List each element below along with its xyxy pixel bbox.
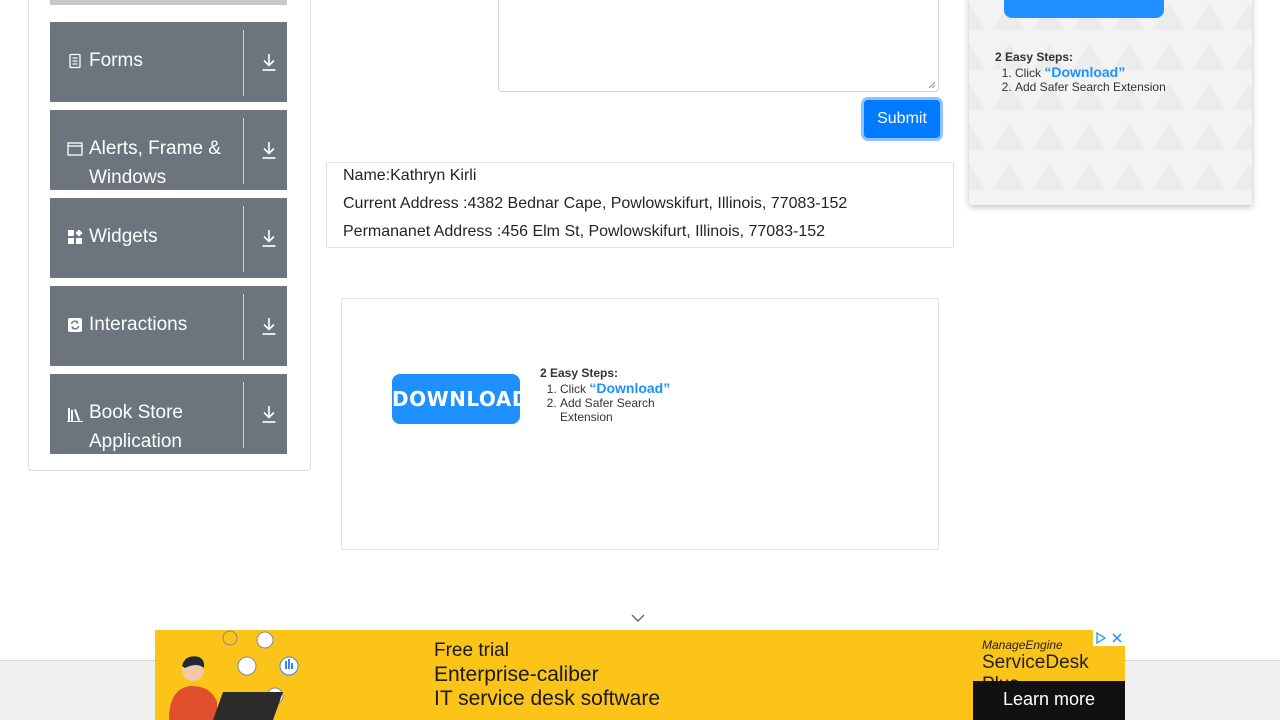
bottom-banner-ad[interactable]: Free trial Enterprise-caliber IT service… [155,630,1125,720]
right-ad-steps: 2 Easy Steps: Click “Download” Add Safer… [995,50,1235,94]
ad-steps: 2 Easy Steps: Click “Download” Add Safer… [540,366,690,424]
permanent-address-textarea[interactable] [498,0,939,92]
sidebar-group-book-store[interactable]: Book Store Application [50,374,287,454]
download-icon[interactable] [261,52,277,72]
sidebar-group-label: Forms [89,50,143,71]
right-ad-steps-heading: 2 Easy Steps: [995,50,1074,64]
output-permanent-address: Permananet Address :456 Elm St, Powlowsk… [343,223,826,240]
right-ad-panel [969,0,1252,205]
divider [243,118,244,184]
banner-line-3: IT service desk software [434,687,661,710]
divider [243,294,244,360]
right-ad-step-1-text: Click [1015,66,1045,80]
submit-button[interactable]: Submit [864,100,940,138]
learn-more-button[interactable]: Learn more [973,681,1125,720]
sidebar-group-label: Interactions [89,314,188,335]
download-icon[interactable] [261,404,277,424]
sidebar-group-interactions[interactable]: Interactions [50,286,287,366]
divider [243,382,244,448]
ad-step-1-link[interactable]: “Download” [589,380,670,396]
widgets-icon [68,229,83,244]
ad-step-1-text: Click [560,382,590,396]
download-icon[interactable] [261,228,277,248]
book-icon [67,408,83,422]
ad-download-button[interactable]: DOWNLOAD [392,374,528,424]
sidebar-group-label: Alerts, Frame & Windows [89,138,221,188]
ad-choices-icon[interactable] [1094,631,1108,645]
sidebar-group-forms[interactable]: Forms [50,22,287,102]
sidebar-group-label: Book Store Application [89,402,183,452]
divider [243,206,244,272]
person-laptop-illustration [169,630,299,720]
sidebar-group-alerts-frame-windows[interactable]: Alerts, Frame & Windows [50,110,287,190]
window-icon [67,142,83,156]
right-ad-step-1-link[interactable]: “Download” [1044,64,1125,80]
download-icon[interactable] [261,316,277,336]
banner-line-1: Free trial [434,640,509,661]
divider [243,30,244,96]
chevron-down-icon[interactable] [630,612,646,624]
forms-icon [69,53,81,69]
output-name: Name:Kathryn Kirli [343,167,477,184]
sidebar-group-widgets[interactable]: Widgets [50,198,287,278]
banner-brand-top: ManageEngine [982,638,1063,652]
resize-grip-icon[interactable] [928,81,936,89]
close-icon[interactable] [1110,631,1124,645]
ad-steps-heading: 2 Easy Steps: [540,366,619,380]
sidebar-group-top-edge[interactable] [50,0,287,5]
right-ad-step-2: Add Safer Search Extension [1015,80,1235,94]
download-icon[interactable] [261,140,277,160]
right-ad-download-button[interactable] [1004,0,1164,18]
banner-line-2: Enterprise-caliber [434,663,599,686]
ad-close-controls[interactable] [1093,630,1125,646]
ad-step-2: Add Safer Search Extension [560,396,690,424]
sidebar-group-label: Widgets [89,226,158,247]
output-panel: Name:Kathryn Kirli Current Address :4382… [326,162,954,248]
ad-container [341,298,939,550]
interactions-icon [68,318,82,332]
output-current-address: Current Address :4382 Bednar Cape, Powlo… [343,195,848,212]
